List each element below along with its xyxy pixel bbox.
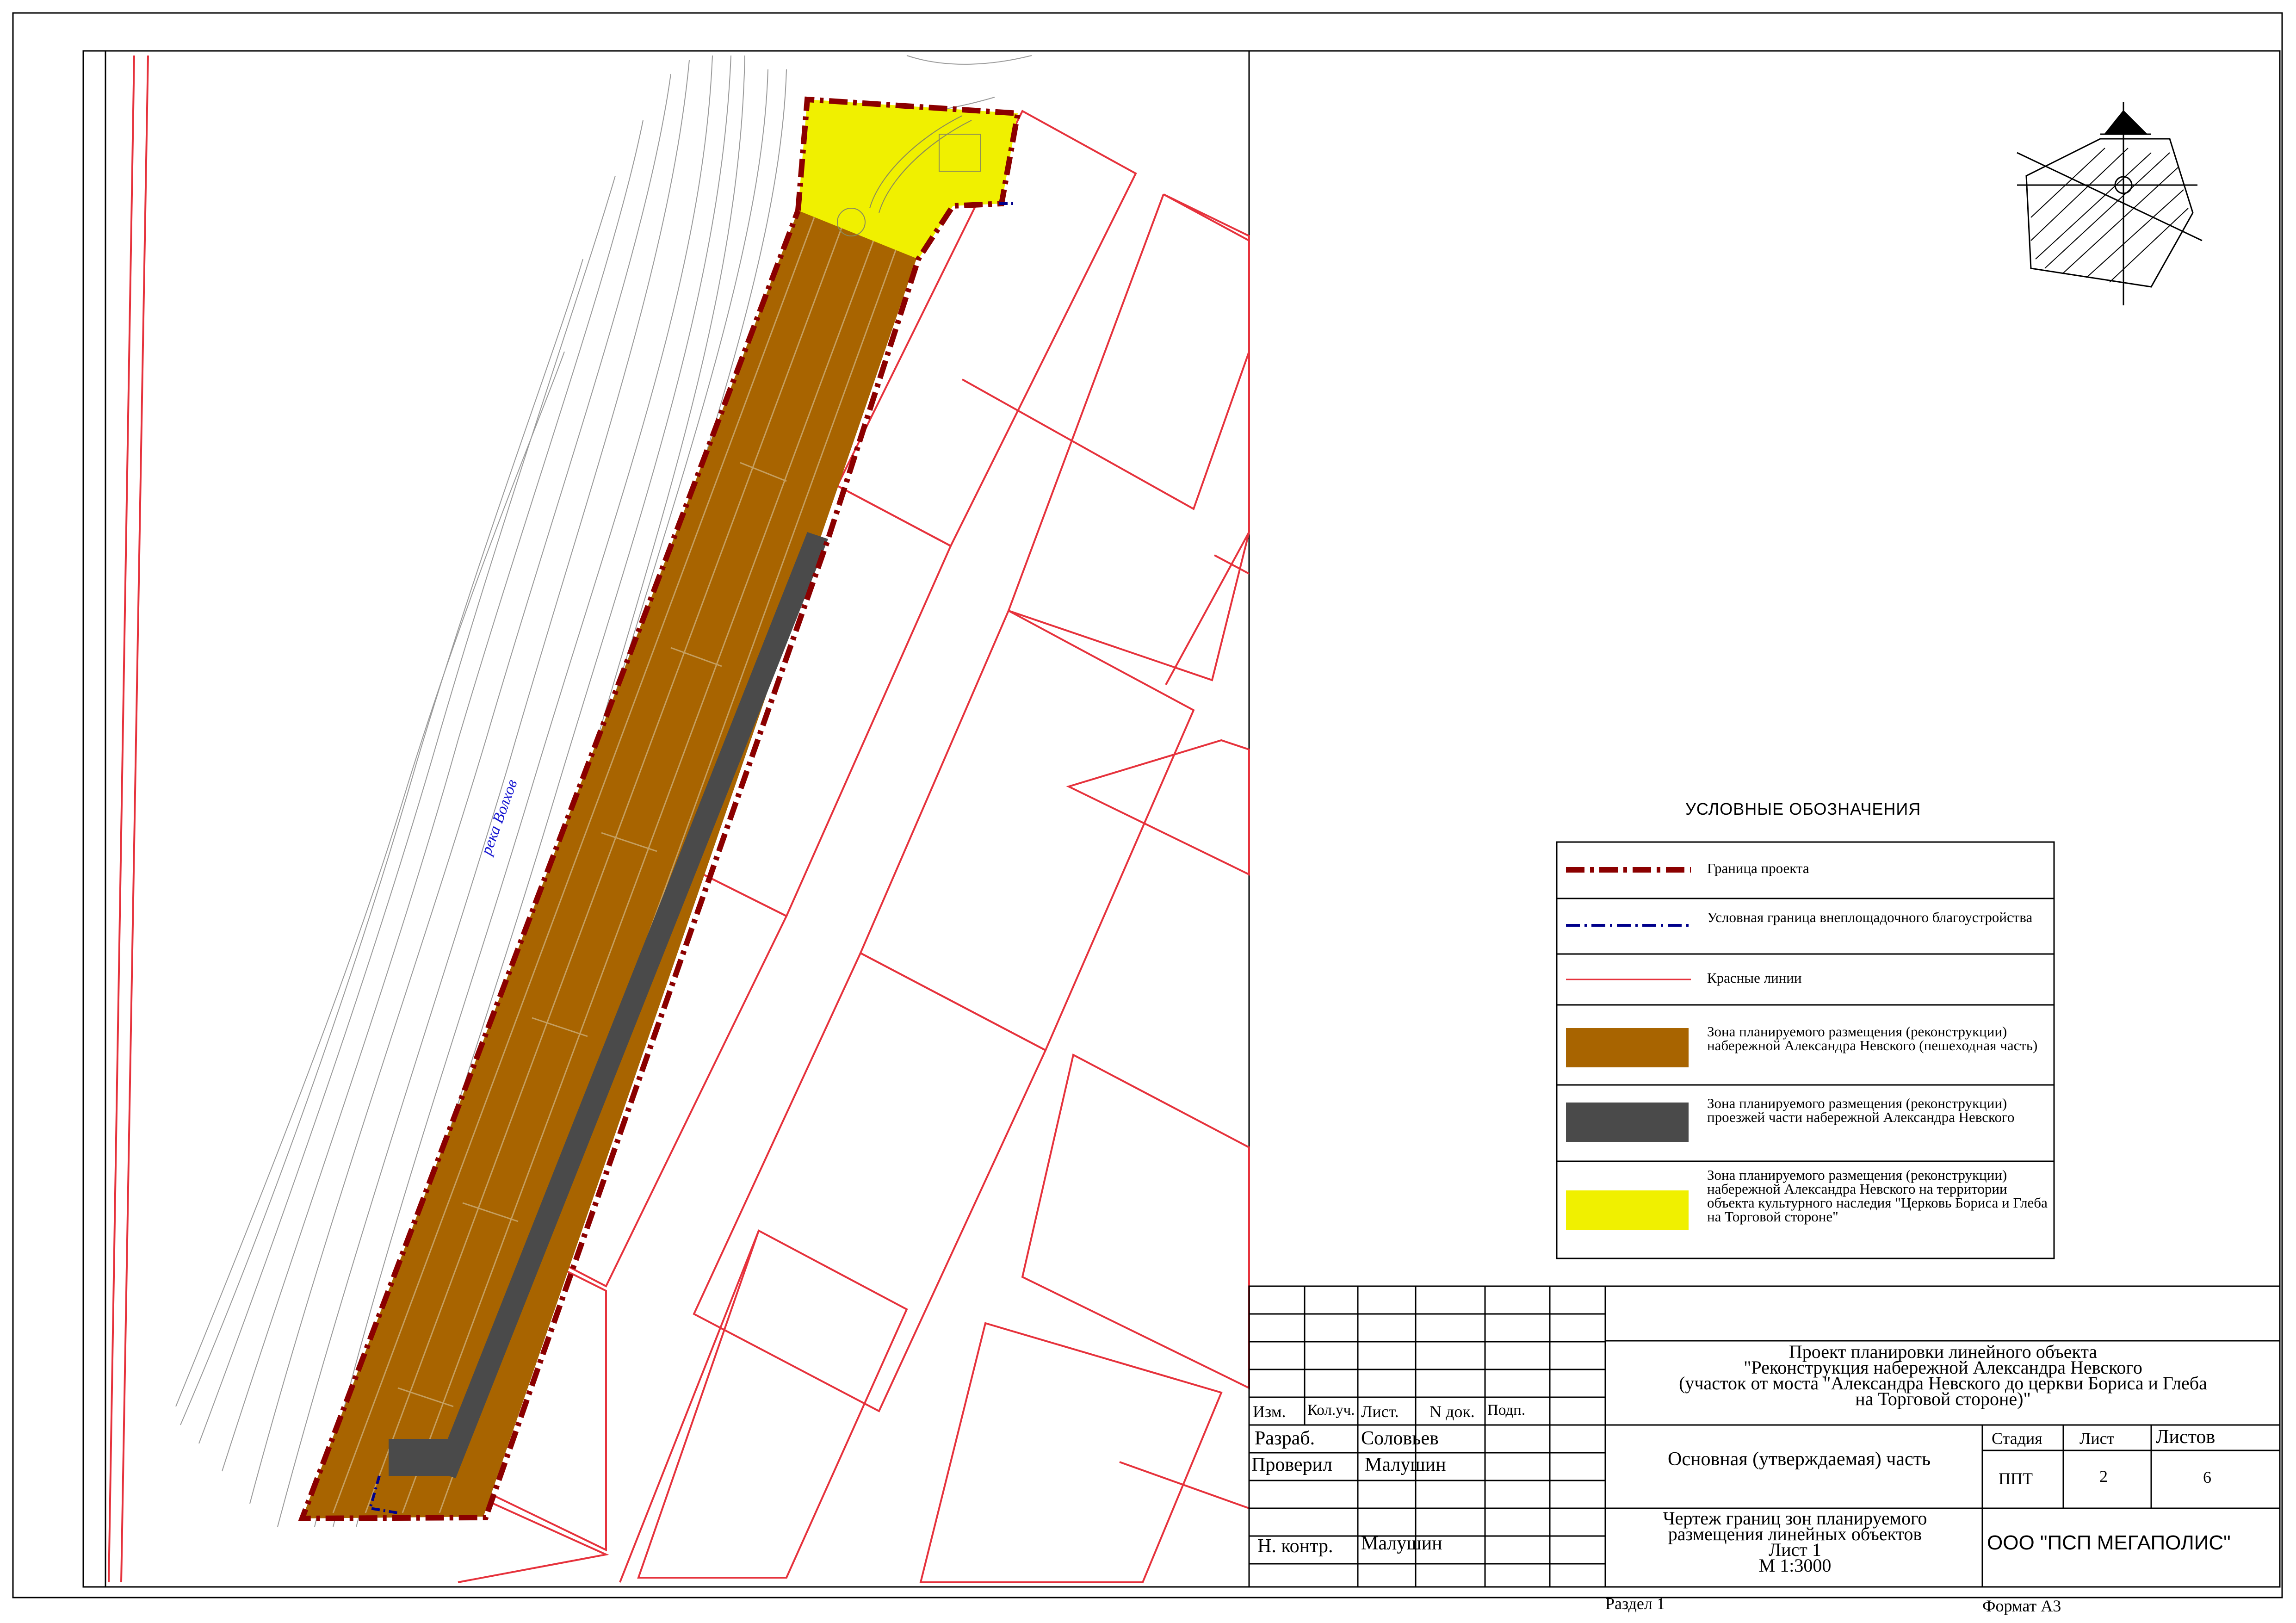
nkontr-label: Н. контр. <box>1257 1536 1333 1557</box>
stage-label: Стадия <box>1992 1429 2042 1448</box>
zone-roadway-end <box>389 1439 453 1476</box>
project-title-line-4: на Торговой стороне)" <box>1855 1388 2031 1409</box>
nkontr-name: Малушин <box>1361 1533 1442 1554</box>
orientation-diagram <box>2017 102 2203 305</box>
legend-symbol-roadway-zone <box>1566 1103 1689 1142</box>
header-izm: Изм. <box>1253 1402 1286 1421</box>
legend-label-red-lines: Красные линии <box>1707 970 1802 986</box>
zone-pedestrian <box>302 211 918 1518</box>
sheet-label: Лист <box>2079 1429 2115 1448</box>
razrab-label: Разраб. <box>1255 1428 1315 1449</box>
project-title: Проект планировки линейного объекта "Рек… <box>1610 1343 2276 1409</box>
legend-symbol-heritage-zone <box>1566 1190 1689 1230</box>
company-name: ООО "ПСП МЕГАПОЛИС" <box>1987 1531 2231 1554</box>
proveril-name: Малушин <box>1365 1454 1446 1475</box>
legend-label-roadway-zone: Зона планируемого размещения (реконструк… <box>1707 1095 2015 1125</box>
legend-symbol-pedestrian-zone <box>1566 1028 1689 1067</box>
legend-title: УСЛОВНЫЕ ОБОЗНАЧЕНИЯ <box>1685 799 1921 818</box>
header-podp: Подп. <box>1487 1402 1526 1419</box>
header-ndok: N док. <box>1430 1402 1475 1421</box>
section-label: Раздел 1 <box>1605 1594 1665 1613</box>
header-list: Лист. <box>1361 1402 1399 1421</box>
stage-value: ППТ <box>1999 1469 2033 1488</box>
drawing-scale: М 1:3000 <box>1758 1555 1832 1576</box>
sheet-value: 2 <box>2099 1467 2108 1486</box>
part-name: Основная (утверждаемая) часть <box>1668 1449 1931 1470</box>
legend-label-pedestrian-zone: Зона планируемого размещения (реконструк… <box>1707 1023 2038 1053</box>
legend-label-project-boundary: Граница проекта <box>1707 860 1809 876</box>
sheets-label: Листов <box>2156 1426 2216 1448</box>
sheets-value: 6 <box>2203 1468 2211 1487</box>
header-kol: Кол.уч. <box>1307 1402 1355 1419</box>
map-area: река Волхов <box>108 55 1250 1583</box>
razrab-name: Соловьев <box>1361 1428 1439 1449</box>
proveril-label: Проверил <box>1251 1454 1332 1475</box>
legend-label-offsite-boundary: Условная граница внеплощадочного благоус… <box>1707 909 2033 925</box>
drawing-title: Чертеж границ зон планируемого размещени… <box>1610 1509 1980 1576</box>
legend-label-heritage-zone: Зона планируемого размещения (реконструк… <box>1707 1167 2048 1225</box>
format-label: Формат А3 <box>1982 1597 2061 1615</box>
legend-symbols <box>1566 867 1691 1230</box>
